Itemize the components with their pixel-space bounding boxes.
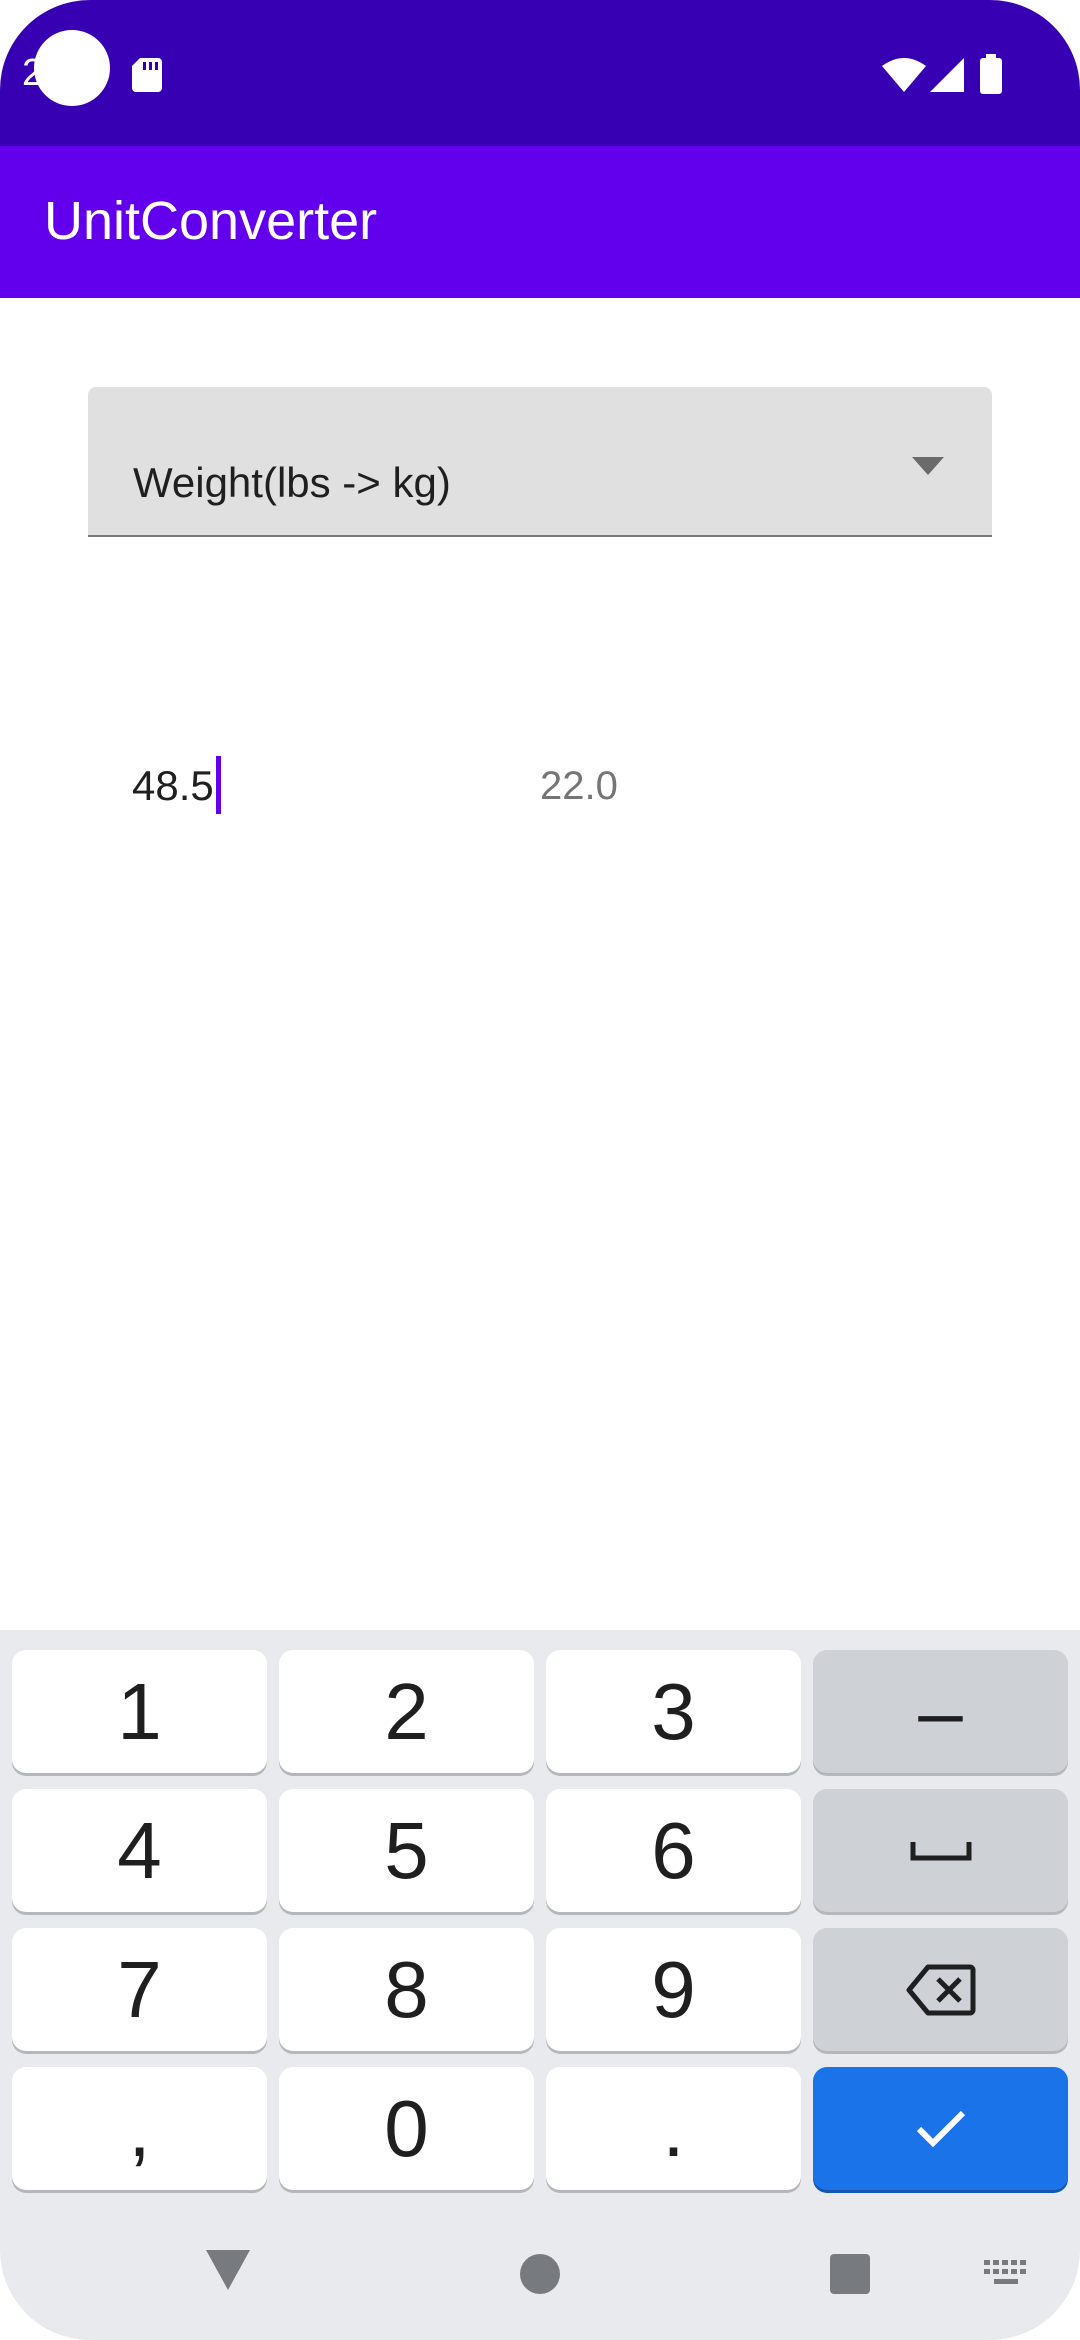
key-comma[interactable]: , <box>12 2067 267 2190</box>
key-9[interactable]: 9 <box>546 1928 801 2051</box>
recents-icon[interactable] <box>830 2254 870 2294</box>
input-value-text: 48.5 <box>132 762 214 809</box>
phone-screen: 2 UnitConverter Weight(lbs -> kg) 48.5 2… <box>0 0 1080 2340</box>
key-2[interactable]: 2 <box>279 1650 534 1773</box>
home-icon[interactable] <box>520 2254 560 2294</box>
space-icon <box>910 1841 971 1860</box>
key-8[interactable]: 8 <box>279 1928 534 2051</box>
value-input[interactable]: 48.5 <box>132 756 372 816</box>
key-done[interactable] <box>813 2067 1068 2190</box>
sd-card-icon <box>132 58 162 92</box>
camera-cutout <box>34 30 110 106</box>
conversion-type-dropdown[interactable]: Weight(lbs -> kg) <box>88 387 992 537</box>
key-period[interactable]: . <box>546 2067 801 2190</box>
app-title: UnitConverter <box>44 191 378 251</box>
key-1[interactable]: 1 <box>12 1650 267 1773</box>
keyboard-switch-icon[interactable] <box>984 2260 1028 2288</box>
text-cursor <box>215 756 221 814</box>
app-bar: UnitConverter <box>0 146 1080 298</box>
key-7[interactable]: 7 <box>12 1928 267 2051</box>
key-5[interactable]: 5 <box>279 1789 534 1912</box>
cell-signal-icon <box>930 58 964 92</box>
key-backspace[interactable] <box>813 1928 1068 2051</box>
back-icon[interactable] <box>206 2250 250 2290</box>
dropdown-arrow-icon <box>912 457 944 475</box>
key-3[interactable]: 3 <box>546 1650 801 1773</box>
wifi-icon <box>882 58 926 92</box>
key-space[interactable] <box>813 1789 1068 1912</box>
checkmark-icon <box>916 2110 965 2147</box>
dropdown-selected-value: Weight(lbs -> kg) <box>133 459 451 506</box>
result-value: 22.0 <box>540 764 618 808</box>
key-4[interactable]: 4 <box>12 1789 267 1912</box>
status-bar: 2 <box>0 0 1080 146</box>
key-minus[interactable]: – <box>813 1650 1068 1773</box>
key-6[interactable]: 6 <box>546 1789 801 1912</box>
numeric-keyboard: 1 2 3 – 4 5 6 7 8 9 , 0 . <box>0 1630 1080 2340</box>
backspace-icon <box>906 1964 975 2015</box>
key-0[interactable]: 0 <box>279 2067 534 2190</box>
battery-icon <box>980 54 1002 94</box>
